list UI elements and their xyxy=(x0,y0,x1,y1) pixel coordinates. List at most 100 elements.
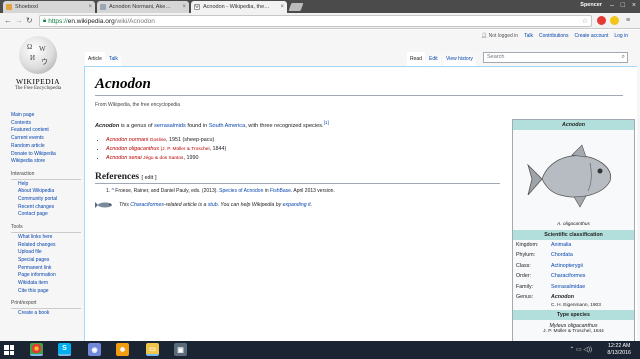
forward-icon[interactable]: → xyxy=(15,16,23,26)
file-explorer-icon[interactable]: ▭ xyxy=(146,343,159,356)
sidebar-item-wikipedia-store[interactable]: Wikipedia store xyxy=(11,158,81,166)
south-america-link[interactable]: South America xyxy=(209,123,245,129)
species-of-acnodon-link[interactable]: Species of Acnodon xyxy=(219,188,263,194)
sidebar-item-contact-page[interactable]: Contact page xyxy=(11,211,81,219)
sidebar-item-featured-content[interactable]: Featured content xyxy=(11,127,81,135)
rank-value-link[interactable]: Characiformes xyxy=(551,273,585,281)
personal-talk-link[interactable]: Talk xyxy=(524,33,533,39)
characiformes-link[interactable]: Characiformes xyxy=(130,202,164,208)
rank-value-link[interactable]: Animalia xyxy=(551,242,571,250)
citation-link[interactable]: [1] xyxy=(324,120,329,125)
back-icon[interactable]: ← xyxy=(4,16,12,26)
portal-heading: Interaction xyxy=(11,171,81,180)
sidebar-item-page-information[interactable]: Page information xyxy=(11,272,81,280)
fishbase-link[interactable]: FishBase xyxy=(270,188,291,194)
tab-close-icon[interactable]: × xyxy=(85,4,92,10)
taskbar-clock[interactable]: 12:22 AM 8/13/2016 xyxy=(607,343,631,357)
chrome-icon[interactable] xyxy=(30,343,43,356)
serrasalmids-link[interactable]: serrasalmids xyxy=(154,123,186,129)
sidebar-item-what-links-here[interactable]: What links here xyxy=(11,234,81,242)
sidebar-item-related-changes[interactable]: Related changes xyxy=(11,242,81,250)
species-author[interactable]: Gosline xyxy=(150,138,166,143)
burst-app-icon[interactable]: ✹ xyxy=(116,343,129,356)
tab-favicon-icon xyxy=(6,4,12,10)
photos-icon[interactable]: ▣ xyxy=(174,343,187,356)
tab-article[interactable]: Article xyxy=(85,52,105,66)
tab-acnodon-wikipedia[interactable]: W Acnodon - Wikipedia, the… × xyxy=(191,1,287,13)
species-author[interactable]: Jégu & dos Santos xyxy=(143,156,183,161)
infobox-image[interactable] xyxy=(513,130,634,222)
log-in-link[interactable]: Log in xyxy=(614,33,628,39)
contributions-link[interactable]: Contributions xyxy=(539,33,568,39)
sidebar-item-special-pages[interactable]: Special pages xyxy=(11,257,81,265)
opera-extension-icon[interactable] xyxy=(597,16,606,25)
lock-icon: 🔒︎ xyxy=(43,17,47,24)
sidebar-item-wikidata-item[interactable]: Wikidata item xyxy=(11,280,81,288)
stub-link[interactable]: stub xyxy=(208,202,218,208)
bookmark-star-icon[interactable]: ☆ xyxy=(582,17,588,25)
sidebar-item-contents[interactable]: Contents xyxy=(11,120,81,128)
profile-name[interactable]: Spencer xyxy=(580,2,602,8)
sidebar-item-main-page[interactable]: Main page xyxy=(11,112,81,120)
tab-close-icon[interactable]: × xyxy=(277,4,284,10)
sidebar-item-random-article[interactable]: Random article xyxy=(11,143,81,151)
rank-value-link[interactable]: Chordata xyxy=(551,252,573,260)
minimize-icon[interactable]: – xyxy=(610,1,614,11)
tab-read[interactable]: Read xyxy=(407,52,425,66)
sidebar-item-permanent-link[interactable]: Permanent link xyxy=(11,265,81,273)
tab-view-history[interactable]: View history xyxy=(443,52,476,66)
tab-shoebox[interactable]: Shoeboxl × xyxy=(3,1,95,13)
rank-label: Genus: xyxy=(516,294,534,300)
rank-value-link: Acnodon xyxy=(551,294,574,300)
species-link[interactable]: Acnodon oligacanthus xyxy=(106,146,159,152)
fish-illustration-icon xyxy=(526,144,611,208)
classification-row: Kingdom: Animalia xyxy=(513,240,634,251)
sidebar-item-community-portal[interactable]: Community portal xyxy=(11,196,81,204)
maximize-icon[interactable]: □ xyxy=(621,1,625,11)
tab-talk[interactable]: Talk xyxy=(106,52,121,66)
menu-icon[interactable]: ≡ xyxy=(626,16,630,26)
sidebar-item-current-events[interactable]: Current events xyxy=(11,135,81,143)
discord-icon[interactable]: ◉ xyxy=(88,343,101,356)
wikipedia-favicon-icon: W xyxy=(194,4,200,10)
sidebar-item-recent-changes[interactable]: Recent changes xyxy=(11,204,81,212)
search-input[interactable]: Search ⌕ xyxy=(483,52,628,63)
windows-start-icon[interactable] xyxy=(4,345,14,355)
system-tray-icons[interactable]: ⌃ ▭ ◁)) xyxy=(569,346,592,353)
rank-value-link[interactable]: Serrasalmidae xyxy=(551,284,585,292)
species-year: , 1990 xyxy=(183,154,199,161)
sidebar-item-upload-file[interactable]: Upload file xyxy=(11,249,81,257)
close-window-icon[interactable]: × xyxy=(632,1,636,11)
sidebar-item-donate-to-wikipedia[interactable]: Donate to Wikipedia xyxy=(11,151,81,159)
section-edit-link[interactable]: [ edit ] xyxy=(142,175,157,181)
tab-close-icon[interactable]: × xyxy=(179,4,186,10)
rank-label: Family: xyxy=(516,283,534,290)
references-heading: References [ edit ] xyxy=(95,172,500,184)
scientific-classification-heading[interactable]: Scientific classification xyxy=(513,230,634,240)
genus-authority: C. H. Eigenmann, 1903 xyxy=(551,303,601,308)
create-account-link[interactable]: Create account xyxy=(574,33,608,39)
sidebar-item-about-wikipedia[interactable]: About Wikipedia xyxy=(11,188,81,196)
sidebar-item-help[interactable]: Help xyxy=(11,181,81,189)
species-link[interactable]: Acnodon senai xyxy=(106,155,142,161)
species-link[interactable]: Acnodon normani xyxy=(106,137,148,143)
expanding-it-link[interactable]: expanding it xyxy=(283,202,311,208)
address-bar[interactable]: 🔒︎ https:// en.wikipedia.org /wiki/Acnod… xyxy=(39,15,592,27)
reload-icon[interactable]: ↻ xyxy=(26,16,33,26)
clock-time: 12:22 AM xyxy=(608,343,631,349)
not-logged-in: 👤︎ Not logged in xyxy=(480,33,519,39)
skype-icon[interactable]: S xyxy=(58,343,71,356)
species-author[interactable]: (J. P. Müller & Troschel xyxy=(161,147,210,152)
tab-title: Acnodon Normani, Ake… xyxy=(109,4,171,10)
url-host: en.wikipedia.org xyxy=(67,17,115,25)
sidebar-item-cite-this-page[interactable]: Cite this page xyxy=(11,288,81,296)
infobox-title: Acnodon xyxy=(513,120,634,130)
search-icon[interactable]: ⌕ xyxy=(622,53,625,62)
tab-acnodon-normani[interactable]: Acnodon Normani, Ake… × xyxy=(97,1,189,13)
new-tab-button[interactable] xyxy=(288,3,304,11)
extension-icon[interactable] xyxy=(610,16,619,25)
wikipedia-logo[interactable]: ΩW Иウ WIKIPEDIA The Free Encyclopedia xyxy=(9,36,67,91)
tab-edit[interactable]: Edit xyxy=(426,52,441,66)
rank-value-link[interactable]: Actinopterygii xyxy=(551,263,583,271)
sidebar-item-create-a-book[interactable]: Create a book xyxy=(11,310,81,318)
